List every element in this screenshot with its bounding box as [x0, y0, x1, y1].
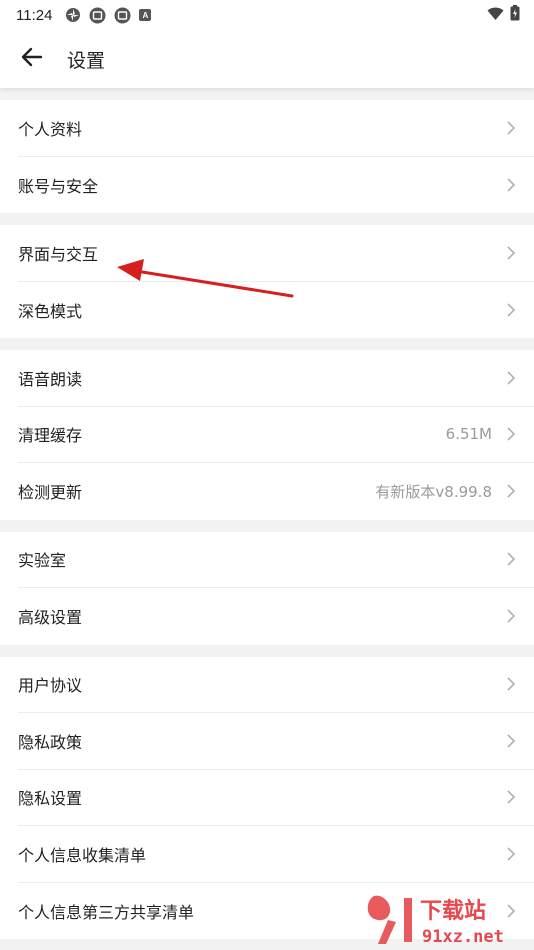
settings-item-privacy-settings[interactable]: 隐私设置 [18, 770, 534, 826]
settings-item-label: 用户协议 [18, 676, 83, 696]
settings-item-profile[interactable]: 个人资料 [18, 100, 534, 157]
settings-item-label: 账号与安全 [18, 176, 99, 196]
settings-item-label: 高级设置 [18, 608, 83, 628]
settings-item-dark-mode[interactable]: 深色模式 [18, 282, 534, 339]
settings-item-privacy-policy[interactable]: 隐私政策 [18, 713, 534, 770]
sync-icon [64, 7, 81, 24]
settings-item-label: 清理缓存 [18, 426, 83, 446]
settings-list: 个人资料 账号与安全 界面与交互 深色模式 语音朗读 清理缓存 6.51M 检测… [0, 88, 534, 939]
chevron-right-icon [506, 303, 516, 317]
status-bar: 11:24 A [0, 0, 534, 30]
settings-item-label: 个人资料 [18, 119, 83, 139]
app-notification-icon [89, 7, 106, 24]
settings-item-label: 隐私设置 [18, 789, 83, 809]
settings-item-tts[interactable]: 语音朗读 [18, 350, 534, 407]
chevron-right-icon [506, 246, 516, 260]
chevron-right-icon [506, 427, 516, 441]
settings-item-interface[interactable]: 界面与交互 [18, 225, 534, 282]
cache-size-value: 6.51M [445, 425, 492, 444]
settings-item-label: 检测更新 [18, 483, 83, 503]
watermark-logo: 下载站 91xz.net [364, 888, 534, 950]
update-version-value: 有新版本v8.99.8 [375, 482, 492, 501]
settings-item-user-agreement[interactable]: 用户协议 [18, 657, 534, 713]
wifi-icon [487, 6, 504, 25]
app-notification-icon-2 [114, 7, 131, 24]
settings-group-account: 个人资料 账号与安全 [0, 100, 534, 213]
status-icons-left: A [64, 7, 152, 24]
chevron-right-icon [506, 734, 516, 748]
chevron-right-icon [506, 790, 516, 804]
settings-item-label: 隐私政策 [18, 732, 83, 752]
settings-group-advanced: 实验室 高级设置 [0, 531, 534, 645]
status-icons-right [487, 5, 520, 25]
app-bar: 设置 [0, 30, 534, 88]
settings-item-clear-cache[interactable]: 清理缓存 6.51M [18, 407, 534, 463]
settings-item-label: 语音朗读 [18, 369, 83, 389]
watermark-url: 91xz.net [422, 927, 504, 947]
chevron-right-icon [506, 677, 516, 691]
chevron-right-icon [506, 484, 516, 498]
chevron-right-icon [506, 121, 516, 135]
settings-item-personal-info-list[interactable]: 个人信息收集清单 [18, 826, 534, 883]
settings-item-label: 个人信息收集清单 [18, 845, 147, 865]
chevron-right-icon [506, 178, 516, 192]
settings-item-lab[interactable]: 实验室 [18, 532, 534, 588]
settings-group-display: 界面与交互 深色模式 [0, 225, 534, 338]
settings-item-label: 实验室 [18, 551, 67, 571]
settings-item-label: 深色模式 [18, 301, 83, 321]
battery-icon [510, 5, 520, 25]
back-button[interactable] [18, 45, 46, 73]
status-time: 11:24 [16, 6, 53, 24]
chevron-right-icon [506, 847, 516, 861]
a-badge-icon: A [139, 9, 152, 21]
settings-item-check-update[interactable]: 检测更新 有新版本v8.99.8 [18, 463, 534, 520]
chevron-right-icon [506, 371, 516, 385]
settings-item-label: 界面与交互 [18, 244, 99, 264]
settings-item-account-security[interactable]: 账号与安全 [18, 157, 534, 214]
settings-item-advanced[interactable]: 高级设置 [18, 588, 534, 645]
arrow-left-icon [21, 47, 43, 71]
chevron-right-icon [506, 609, 516, 623]
page-title: 设置 [67, 49, 106, 72]
settings-group-system: 语音朗读 清理缓存 6.51M 检测更新 有新版本v8.99.8 [0, 350, 534, 520]
chevron-right-icon [506, 552, 516, 566]
watermark-title: 下载站 [420, 898, 486, 924]
